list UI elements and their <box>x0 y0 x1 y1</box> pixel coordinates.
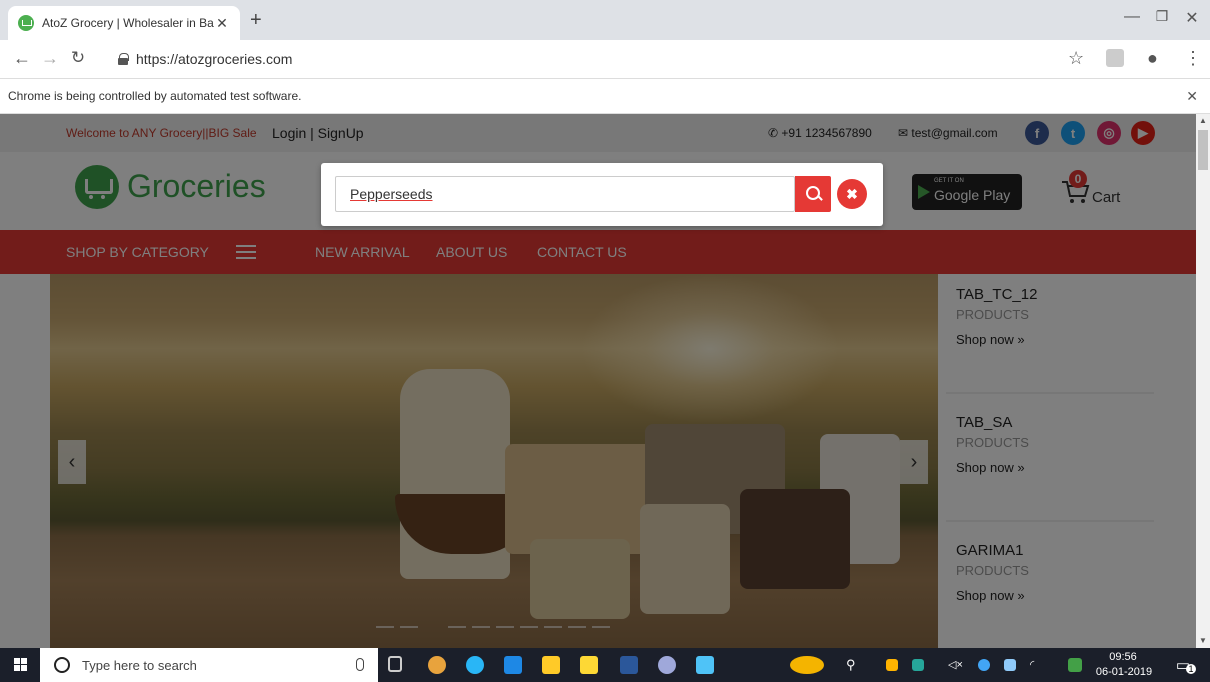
network-app-icon[interactable] <box>466 656 484 674</box>
browser-toolbar: ← → ↻ https://atozgroceries.com ☆ ● ⋮ <box>0 40 1210 76</box>
tray-app-icon[interactable] <box>886 659 898 671</box>
chrome-app-icon[interactable] <box>428 656 446 674</box>
window-close-icon[interactable]: ✕ <box>1182 8 1202 28</box>
new-tab-icon[interactable]: + <box>250 9 262 32</box>
tab-title: AtoZ Grocery | Wholesaler in Ban <box>42 16 214 30</box>
clock-date[interactable]: 06-01-2019 <box>1092 666 1156 678</box>
clock-time[interactable]: 09:56 <box>1098 651 1148 663</box>
tray-sync-icon[interactable] <box>978 659 990 671</box>
windows-taskbar: Type here to search ⚲ ◁× ◜ 09:56 06-01-2… <box>0 648 1210 682</box>
tray-security-icon[interactable] <box>912 659 924 671</box>
scroll-down-icon[interactable]: ▼ <box>1199 636 1207 645</box>
back-icon[interactable]: ← <box>8 48 36 69</box>
profile-icon[interactable]: ● <box>1147 48 1158 69</box>
menu-icon[interactable]: ⋮ <box>1184 48 1202 69</box>
paint-app-icon[interactable] <box>696 656 714 674</box>
search-button[interactable] <box>795 176 831 212</box>
search-input[interactable] <box>335 176 795 212</box>
reload-icon[interactable]: ↻ <box>64 48 92 68</box>
taskbar-search-box[interactable]: Type here to search <box>40 648 378 682</box>
cortana-icon <box>54 657 70 673</box>
forward-icon[interactable]: → <box>36 48 64 69</box>
address-bar[interactable]: https://atozgroceries.com <box>118 46 1178 72</box>
people-icon[interactable]: ⚲ <box>846 657 856 673</box>
taskbar-search-placeholder: Type here to search <box>82 657 197 673</box>
windows-start-icon[interactable] <box>14 658 28 672</box>
page-scrollbar[interactable]: ▲ ▼ <box>1196 114 1210 648</box>
tab-strip: AtoZ Grocery | Wholesaler in Ban ✕ + — ❐… <box>0 0 1210 40</box>
tray-green-icon[interactable] <box>1068 658 1082 672</box>
file-explorer-icon[interactable] <box>542 656 560 674</box>
minimize-icon[interactable]: — <box>1122 8 1142 26</box>
task-view-icon[interactable] <box>388 656 402 672</box>
infobar-close-icon[interactable]: ✕ <box>1186 88 1198 105</box>
tab-close-icon[interactable]: ✕ <box>214 15 230 32</box>
tray-display-icon[interactable] <box>1004 659 1016 671</box>
chrome-active-icon[interactable] <box>790 656 824 674</box>
notification-count: 1 <box>1186 664 1196 674</box>
browser-tab[interactable]: AtoZ Grocery | Wholesaler in Ban ✕ <box>8 6 240 40</box>
site-favicon-icon <box>18 15 34 31</box>
restore-icon[interactable]: ❐ <box>1152 8 1172 25</box>
bookmark-star-icon[interactable]: ☆ <box>1068 48 1084 69</box>
search-modal: ✖ <box>321 163 883 226</box>
volume-muted-icon[interactable]: ◁× <box>948 658 963 671</box>
scroll-up-icon[interactable]: ▲ <box>1199 116 1207 125</box>
wifi-icon[interactable]: ◜ <box>1030 658 1034 671</box>
microphone-icon[interactable] <box>356 658 364 671</box>
storage-app-icon[interactable] <box>658 656 676 674</box>
word-icon[interactable] <box>620 656 638 674</box>
search-close-icon[interactable]: ✖ <box>837 179 867 209</box>
scroll-thumb[interactable] <box>1198 130 1208 170</box>
automation-infobar: Chrome is being controlled by automated … <box>0 78 1210 114</box>
lock-icon <box>118 53 129 65</box>
sticky-notes-icon[interactable] <box>580 656 598 674</box>
url-text[interactable]: https://atozgroceries.com <box>136 51 292 67</box>
edge-icon[interactable] <box>504 656 522 674</box>
infobar-text: Chrome is being controlled by automated … <box>8 89 302 103</box>
extension-icon[interactable] <box>1106 49 1124 67</box>
